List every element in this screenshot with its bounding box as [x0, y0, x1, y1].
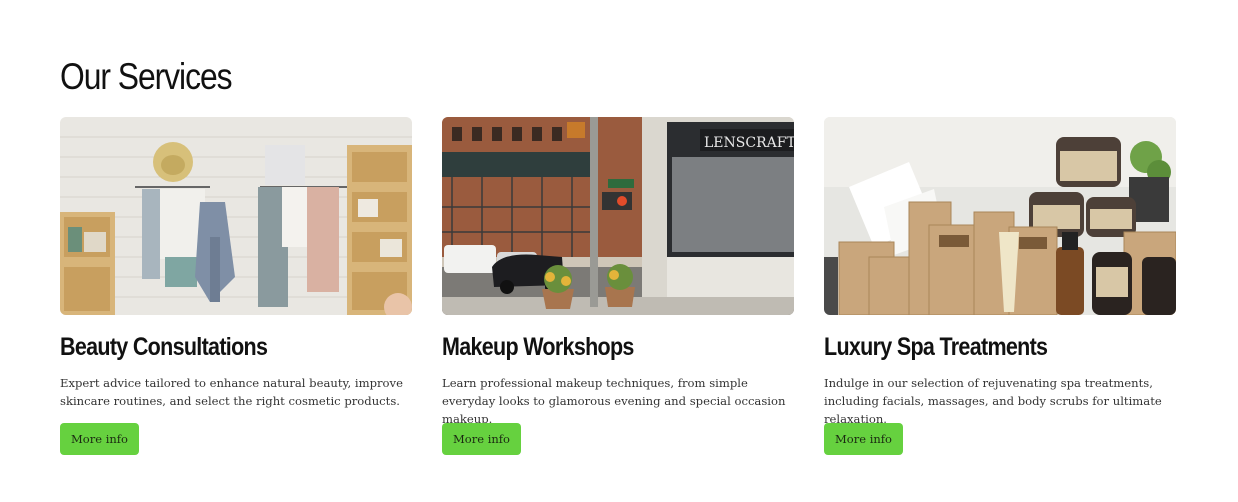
card-description: Learn professional makeup techniques, fr…	[442, 376, 786, 426]
card-description: Expert advice tailored to enhance natura…	[60, 376, 403, 408]
section-title: Our Services	[60, 56, 233, 97]
card-title: Beauty Consultations	[60, 333, 268, 361]
service-image-boutique	[60, 117, 412, 315]
card-title: Makeup Workshops	[442, 333, 634, 361]
card-title: Luxury Spa Treatments	[824, 333, 1048, 361]
service-image-spa-products	[824, 117, 1176, 315]
storefront-sign: LENSCRAFT	[704, 135, 794, 151]
service-card-beauty-consultations: Beauty Consultations Expert advice tailo…	[60, 117, 412, 462]
service-image-street: LENSCRAFT	[442, 117, 794, 315]
more-info-button[interactable]: More info	[442, 423, 521, 455]
service-card-makeup-workshops: LENSCRAFT Makeup Workshops Learn profess…	[442, 117, 794, 462]
service-card-luxury-spa-treatments: Luxury Spa Treatments Indulge in our sel…	[824, 117, 1176, 462]
card-description: Indulge in our selection of rejuvenating…	[824, 376, 1162, 426]
more-info-button[interactable]: More info	[824, 423, 903, 455]
more-info-button[interactable]: More info	[60, 423, 139, 455]
